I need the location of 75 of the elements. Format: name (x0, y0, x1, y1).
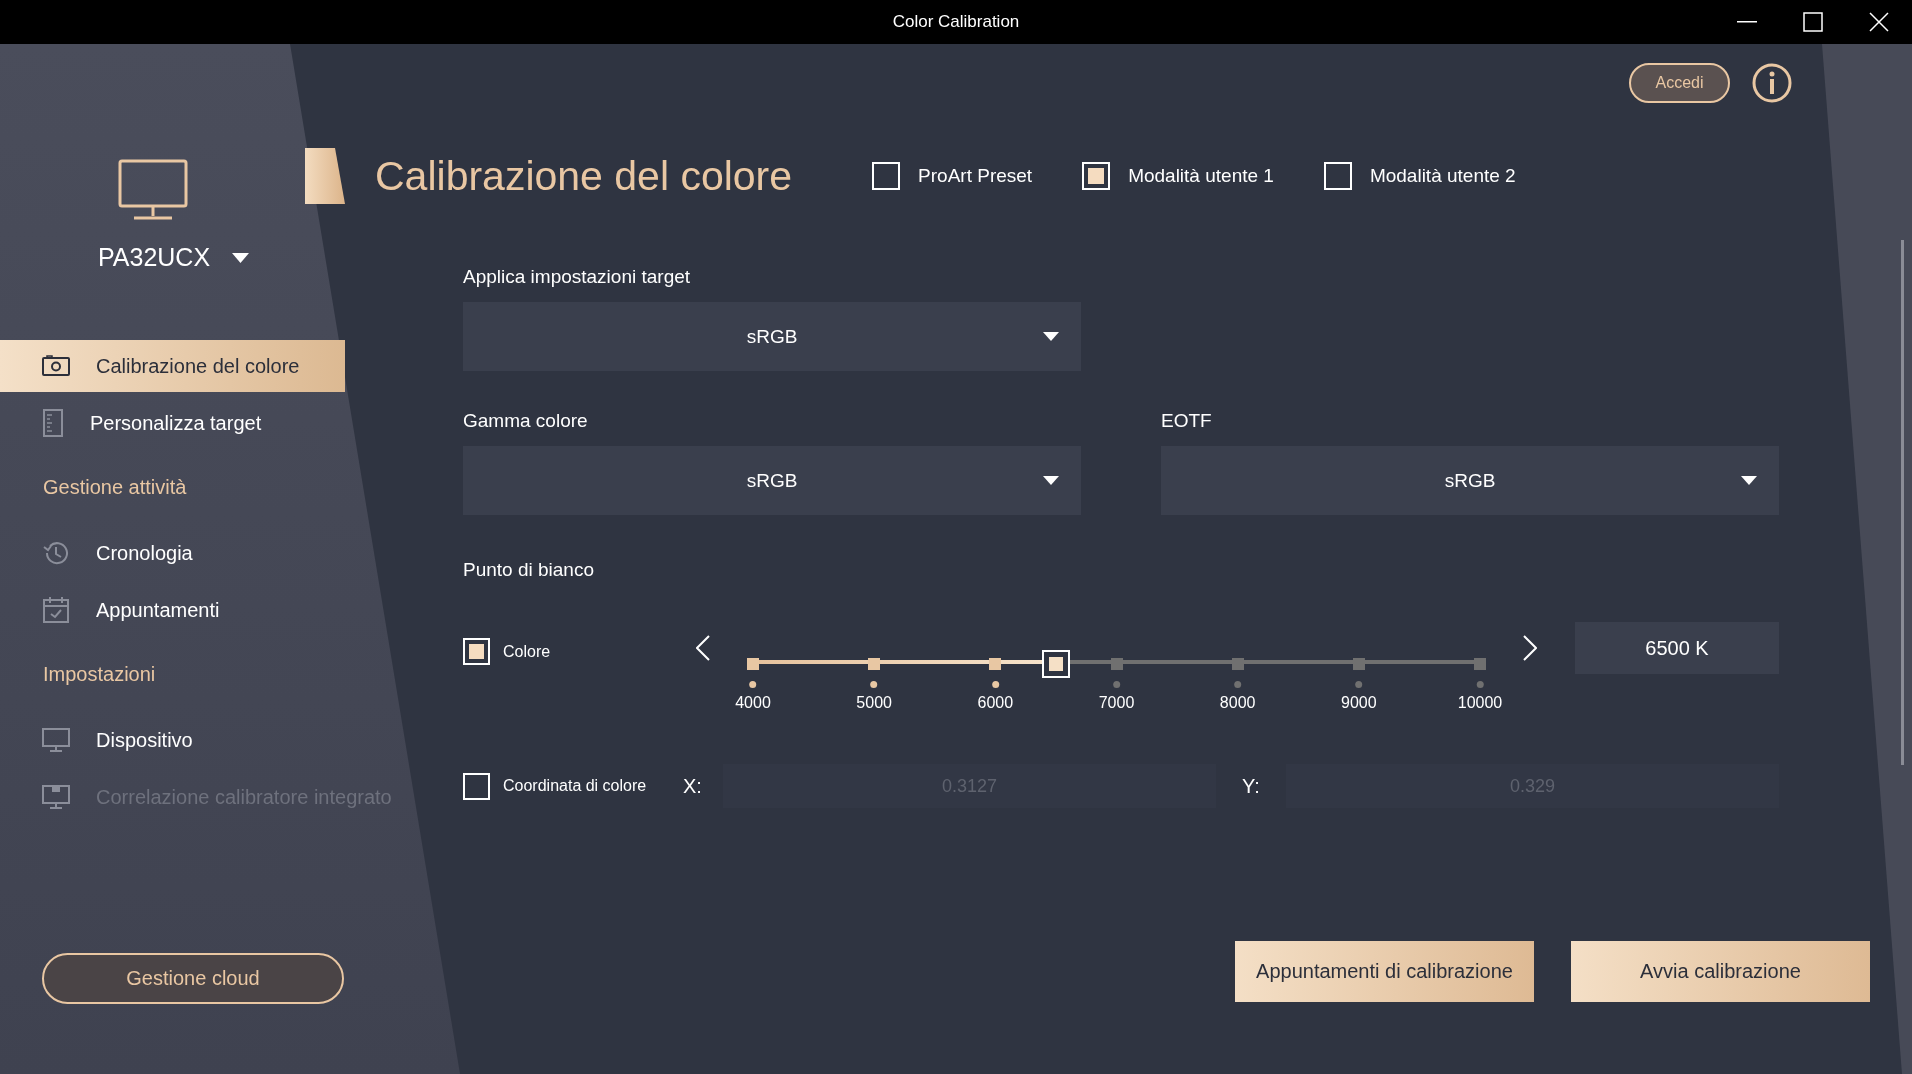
checkbox-label: ProArt Preset (918, 165, 1033, 187)
dropdown-caret-icon (1043, 332, 1059, 341)
info-button[interactable] (1752, 63, 1792, 103)
checkbox-label: Colore (503, 642, 551, 661)
close-icon (1869, 12, 1889, 32)
tick-dot (749, 680, 757, 688)
color-checkbox[interactable] (463, 638, 490, 665)
section-heading: Gestione attività (42, 475, 188, 500)
sidebar-item[interactable]: Personalizza target (0, 397, 345, 449)
monitor-icon (42, 727, 70, 753)
dropdown[interactable]: sRGB (463, 446, 1081, 515)
field-label: Applica impostazioni target (463, 266, 692, 288)
checkbox-label: Modalità utente 2 (1369, 165, 1516, 187)
slider-stop (868, 658, 881, 670)
action-button[interactable]: Avvia calibrazione (1571, 941, 1870, 1002)
tick-label: 9000 (1341, 693, 1377, 712)
scrollbar[interactable] (1901, 240, 1904, 765)
tick-dot (1234, 680, 1242, 688)
history-icon (42, 539, 70, 567)
monitor-icon (117, 159, 188, 221)
action-button[interactable]: Appuntamenti di calibrazione (1235, 941, 1534, 1002)
section-label: Punto di bianco (463, 559, 595, 581)
dropdown[interactable]: sRGB (463, 302, 1081, 371)
dropdown-caret-icon (232, 252, 250, 263)
tick-dot (1476, 680, 1484, 688)
device-selector[interactable]: PA32UCX (98, 243, 250, 272)
chevron-left-icon (696, 635, 710, 661)
tick-dot (1355, 680, 1363, 688)
tick-label: 4000 (735, 693, 771, 712)
slider-stop (1474, 658, 1486, 670)
mode-checkbox[interactable] (1323, 162, 1352, 190)
maximize-icon (1803, 12, 1823, 32)
slider-stop (989, 658, 1002, 670)
slider-thumb[interactable] (1041, 650, 1070, 678)
field-label: Gamma colore (463, 410, 589, 432)
field-label: EOTF (1161, 410, 1213, 432)
slider-stop (1231, 658, 1244, 670)
camera-icon (42, 355, 70, 377)
sidebar-item[interactable]: Dispositivo (0, 714, 345, 766)
checkbox-label: Modalità utente 1 (1128, 165, 1274, 187)
slider-stop (1352, 658, 1365, 670)
cloud-button[interactable]: Gestione cloud (42, 953, 344, 1004)
page-heading: Calibrazione del colore (375, 152, 793, 200)
dropdown-caret-icon (1043, 476, 1059, 485)
calendar-icon (42, 596, 70, 624)
slider-stop (1110, 658, 1123, 670)
tick-label: 6000 (977, 693, 1014, 712)
window-title: Color Calibration (892, 12, 1020, 32)
mode-checkbox[interactable] (872, 162, 901, 190)
sidebar-item[interactable]: Cronologia (0, 527, 345, 579)
slider-stop (747, 658, 759, 670)
tick-dot (1113, 680, 1120, 688)
tick-label: 7000 (1098, 693, 1135, 712)
tick-label: 5000 (856, 693, 892, 712)
tick-label: 10000 (1457, 693, 1503, 712)
login-button[interactable]: Accedi (1629, 63, 1730, 103)
axis-label: X: (683, 774, 703, 798)
monitor-icon (42, 784, 70, 810)
section-heading: Impostazioni (42, 662, 157, 687)
document-icon (42, 409, 64, 437)
dropdown-caret-icon (1741, 476, 1757, 485)
axis-label: Y: (1241, 774, 1261, 798)
dropdown[interactable]: sRGB (1161, 446, 1779, 515)
tick-dot (991, 680, 999, 688)
mode-checkbox[interactable] (1082, 162, 1111, 190)
checkbox-label: Coordinata di colore (503, 777, 647, 795)
sidebar-item[interactable]: Appuntamenti (0, 584, 345, 636)
tick-label: 8000 (1219, 693, 1256, 712)
coordinate-checkbox[interactable] (463, 772, 490, 800)
minimize-icon (1737, 21, 1757, 23)
tick-dot (870, 680, 878, 688)
temperature-value: 6500 K (1575, 622, 1779, 674)
sidebar-item[interactable]: Calibrazione del colore (0, 340, 345, 392)
heading-accent (305, 148, 345, 204)
chevron-right-icon (1523, 635, 1537, 661)
